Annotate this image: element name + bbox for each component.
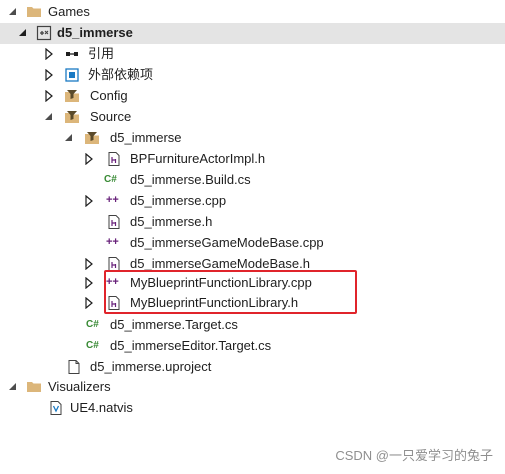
tree-item-visualizers[interactable]: Visualizers [0,377,505,398]
external-deps-icon [65,68,79,82]
cpp-project-icon [36,25,52,41]
tree-label-file: BPFurnitureActorImpl.h [130,151,266,166]
cpp-file-icon: ++ [106,236,119,248]
tree-label-natvis: UE4.natvis [70,400,133,415]
tree-label-source: Source [90,109,132,124]
tree-label-file: d5_immerse.cpp [130,193,227,208]
collapsed-arrow-icon[interactable] [84,258,94,270]
folder-icon [27,7,41,17]
tree-item-target-cs[interactable]: C# d5_immerse.Target.cs [0,315,505,336]
tree-item-file[interactable]: d5_immerse.h [0,212,505,233]
header-file-icon [108,152,120,166]
tree-item-source[interactable]: Source [0,107,505,128]
tree-label-target-cs: d5_immerse.Target.cs [110,317,238,332]
tree-item-file[interactable]: C# d5_immerse.Build.cs [0,170,505,191]
tree-item-uproject[interactable]: d5_immerse.uproject [0,357,505,378]
tree-item-natvis[interactable]: UE4.natvis [0,398,505,419]
tree-label-editor-target-cs: d5_immerseEditor.Target.cs [110,338,272,353]
tree-label-file: d5_immerseGameModeBase.cpp [130,235,324,250]
tree-item-references[interactable]: 引用 [0,44,505,65]
tree-label-uproject: d5_immerse.uproject [90,359,212,374]
tree-item-source-folder[interactable]: d5_immerse [0,128,505,149]
csharp-file-icon: C# [104,174,117,185]
tree-item-file[interactable]: ++ d5_immerseGameModeBase.cpp [0,233,505,254]
collapsed-arrow-icon[interactable] [84,297,94,309]
header-file-icon [108,215,120,229]
expanded-arrow-icon[interactable] [64,132,74,144]
expanded-arrow-icon[interactable] [8,6,18,18]
tree-item-games[interactable]: Games [0,2,505,23]
tree-item-editor-target-cs[interactable]: C# d5_immerseEditor.Target.cs [0,336,505,357]
natvis-file-icon [50,401,62,415]
expanded-arrow-icon[interactable] [18,27,28,39]
tree-label-project: d5_immerse [57,25,133,40]
cpp-file-icon: ++ [106,194,119,206]
collapsed-arrow-icon[interactable] [44,48,54,60]
filter-folder-icon [65,111,79,123]
references-icon [66,52,78,56]
expanded-arrow-icon[interactable] [44,111,54,123]
tree-item-config[interactable]: Config [0,86,505,107]
tree-item-project[interactable]: d5_immerse [0,23,505,44]
collapsed-arrow-icon[interactable] [84,277,94,289]
collapsed-arrow-icon[interactable] [84,153,94,165]
collapsed-arrow-icon[interactable] [84,195,94,207]
watermark: CSDN @一只爱学习的兔子 [335,448,493,463]
collapsed-arrow-icon[interactable] [44,69,54,81]
tree-label-file: d5_immerse.Build.cs [130,172,251,187]
tree-item-external-deps[interactable]: 外部依赖项 [0,65,505,86]
csharp-file-icon: C# [86,319,99,330]
filter-folder-icon [85,132,99,144]
csharp-file-icon: C# [86,340,99,351]
tree-label-source-folder: d5_immerse [110,130,182,145]
collapsed-arrow-icon[interactable] [44,90,54,102]
tree-label-games: Games [48,4,90,19]
tree-label-references: 引用 [88,46,115,61]
tree-label-file: d5_immerse.h [130,214,213,229]
folder-icon [27,382,41,392]
highlight-annotation-box [104,270,357,314]
tree-item-file[interactable]: BPFurnitureActorImpl.h [0,149,505,170]
filter-folder-icon [65,90,79,102]
tree-label-visualizers: Visualizers [48,379,111,394]
tree-label-external-deps: 外部依赖项 [88,67,154,82]
tree-label-config: Config [90,88,128,103]
expanded-arrow-icon[interactable] [8,381,18,393]
file-icon [68,360,80,374]
tree-item-file[interactable]: ++ d5_immerse.cpp [0,191,505,212]
